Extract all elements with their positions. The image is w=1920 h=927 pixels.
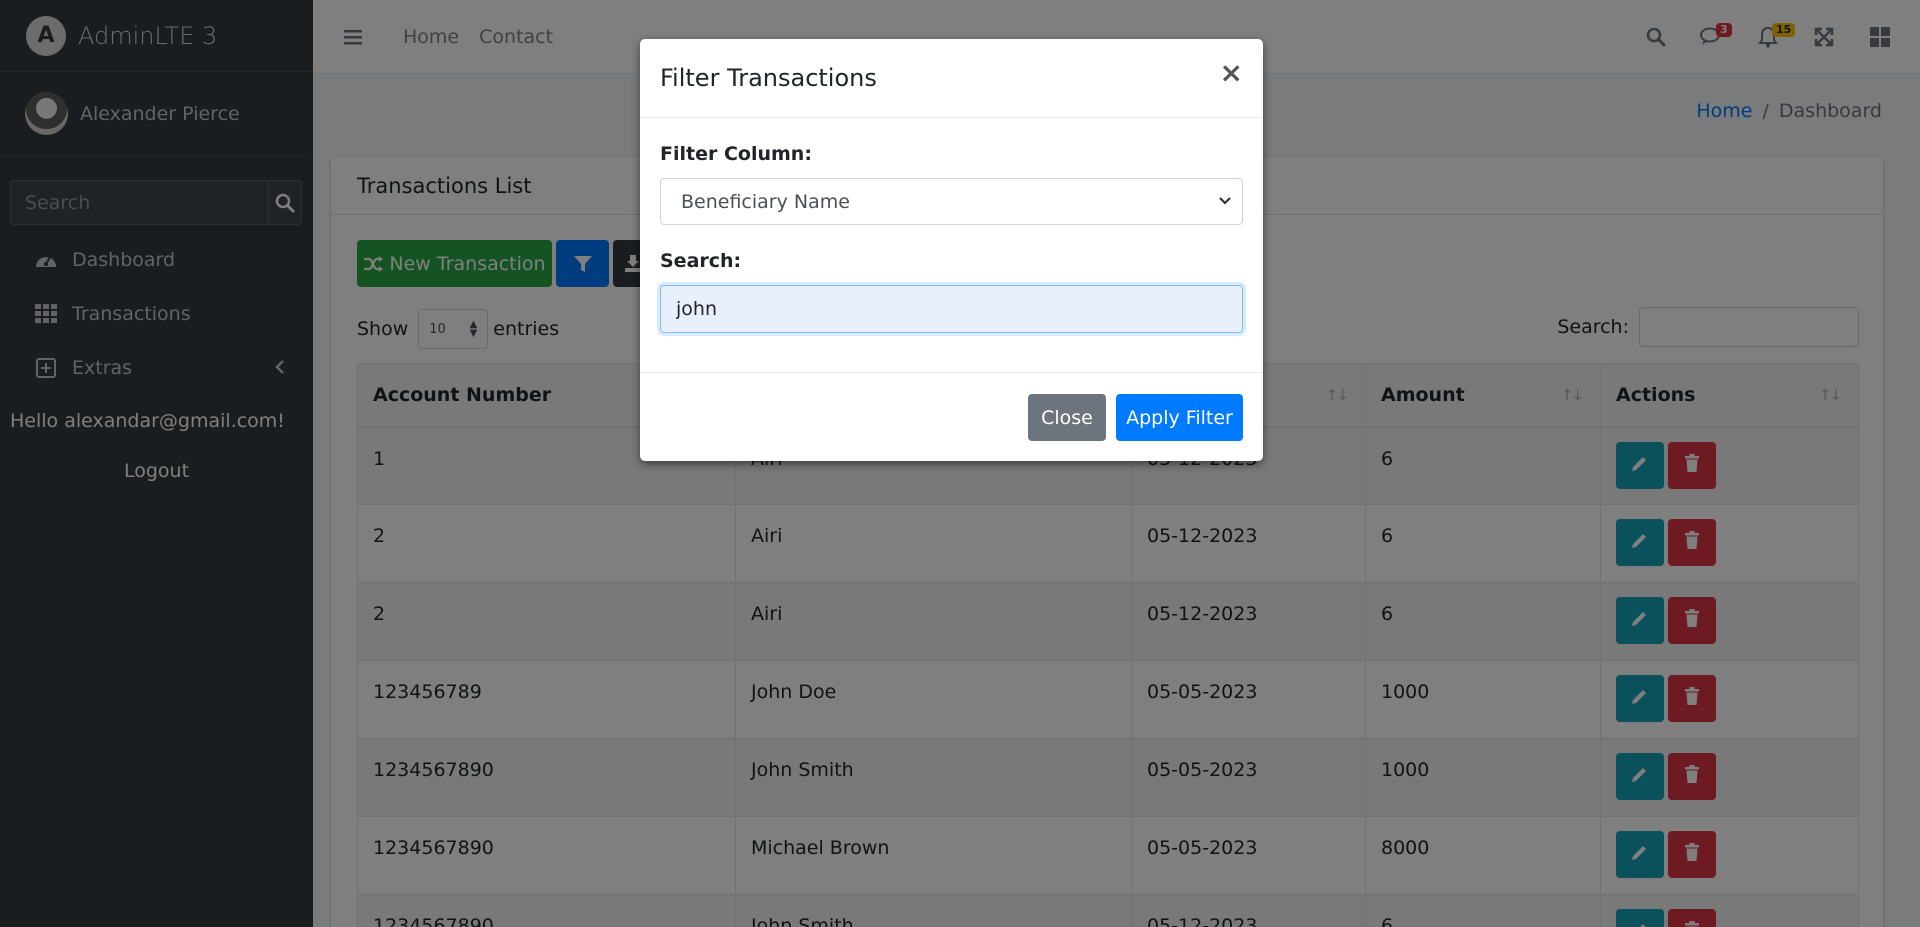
filter-column-select[interactable]: Beneficiary Name <box>660 178 1243 225</box>
filter-search-input[interactable] <box>660 285 1243 333</box>
modal-header: Filter Transactions <box>640 39 1263 118</box>
modal-title: Filter Transactions <box>660 64 877 92</box>
filter-column-label: Filter Column: <box>660 143 812 165</box>
modal-footer: Close Apply Filter <box>640 372 1263 461</box>
close-button[interactable]: Close <box>1028 394 1106 441</box>
chevron-down-icon <box>1218 191 1232 216</box>
filter-modal: Filter Transactions × Filter Column: Ben… <box>640 39 1263 461</box>
search-label: Search: <box>660 250 742 272</box>
modal-close-icon[interactable]: × <box>1220 59 1243 87</box>
filter-column-value: Beneficiary Name <box>681 190 850 213</box>
apply-filter-button[interactable]: Apply Filter <box>1116 394 1243 441</box>
